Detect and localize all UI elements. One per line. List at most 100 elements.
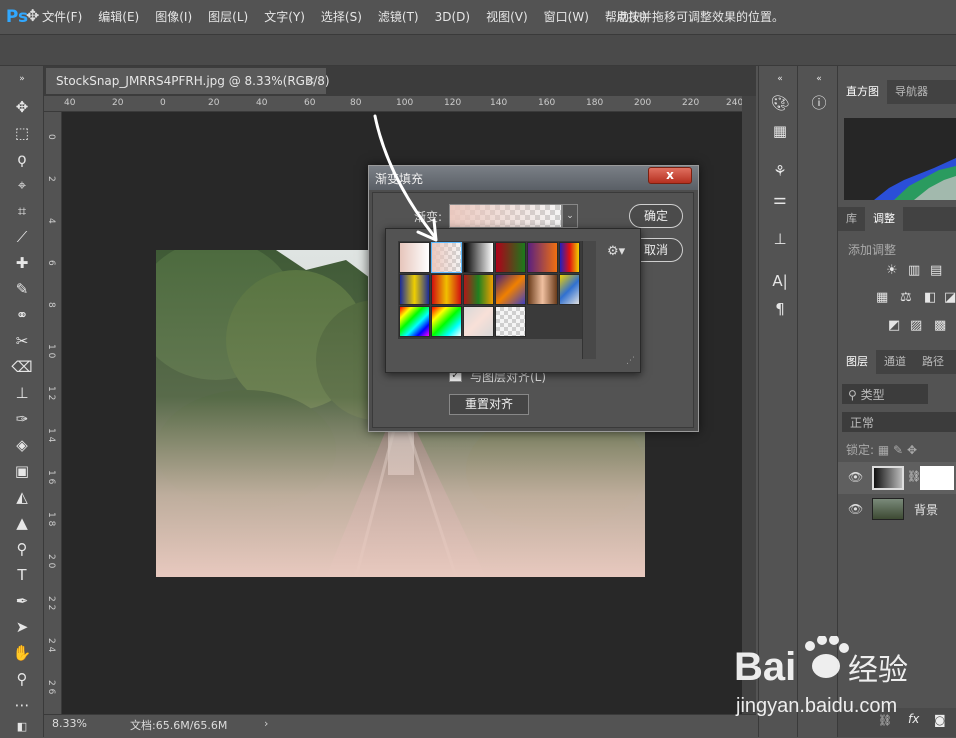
brush-presets-icon[interactable]: ⚘ <box>769 160 791 182</box>
info-icon[interactable]: ⓘ <box>808 92 830 114</box>
menu-edit[interactable]: 编辑(E) <box>90 0 147 34</box>
document-vertical-scrollbar[interactable] <box>742 96 756 714</box>
layer-mask-thumbnail[interactable] <box>920 466 954 490</box>
gradient-preset[interactable] <box>495 274 526 305</box>
threshold-icon[interactable]: ▩ <box>934 318 946 333</box>
layer-thumbnail[interactable] <box>872 498 904 520</box>
layer-filter-select[interactable]: ⚲ 类型 <box>842 384 928 404</box>
sliders-icon[interactable]: ⚌ <box>769 188 791 210</box>
color-swatches-icon[interactable]: ◧ <box>10 716 34 738</box>
swatches-grid-icon[interactable]: ▦ <box>769 120 791 142</box>
tab-paths[interactable]: 路径 <box>914 350 952 374</box>
reset-align-button[interactable]: 重置对齐 <box>449 394 529 415</box>
tab-adjustments[interactable]: 调整 <box>865 207 903 231</box>
marquee-tool-icon[interactable]: ⬚ <box>10 122 34 144</box>
blend-mode-select[interactable]: 正常 <box>842 412 956 432</box>
collapse-icon[interactable]: « <box>808 68 830 90</box>
hsl-icon[interactable]: ▦ <box>876 290 888 305</box>
gradient-preset[interactable] <box>527 274 558 305</box>
close-icon[interactable]: × <box>306 74 315 87</box>
posterize-icon[interactable]: ▨ <box>910 318 922 333</box>
menu-3d[interactable]: 3D(D) <box>427 0 478 34</box>
eyedropper-tool-icon[interactable]: ⟋ <box>10 226 34 248</box>
paragraph-icon[interactable]: ¶ <box>769 298 791 320</box>
path-select-icon[interactable]: ➤ <box>10 616 34 638</box>
gradient-preset[interactable] <box>527 242 558 273</box>
invert-icon[interactable]: ◩ <box>888 318 900 333</box>
gradient-preset[interactable] <box>463 306 494 337</box>
more-tools-icon[interactable]: ⋯ <box>10 694 34 716</box>
chevron-right-icon[interactable]: › <box>264 717 268 730</box>
collapse-icon[interactable]: » <box>10 68 34 90</box>
eraser-icon[interactable]: ◈ <box>10 434 34 456</box>
menu-window[interactable]: 窗口(W) <box>536 0 597 34</box>
tab-library[interactable]: 库 <box>838 207 865 231</box>
stamp-tool-icon[interactable]: ⚭ <box>10 304 34 326</box>
gradient-preset[interactable] <box>399 306 430 337</box>
stamp-icon[interactable]: ⊥ <box>10 382 34 404</box>
blur-tool-icon[interactable]: ◭ <box>10 486 34 508</box>
pen-tool-icon[interactable]: ✒ <box>10 590 34 612</box>
lock-brush-icon[interactable]: ✎ <box>893 443 903 457</box>
healing-brush-icon[interactable]: ✚ <box>10 252 34 274</box>
gradient-preset[interactable] <box>495 306 526 337</box>
quick-select-tool-icon[interactable]: ⌖ <box>10 174 34 196</box>
tab-channels[interactable]: 通道 <box>876 350 914 374</box>
bw-icon[interactable]: ◧ <box>924 290 936 305</box>
layer-thumbnail[interactable] <box>872 466 904 490</box>
sharpen-tool-icon[interactable]: ▲ <box>10 512 34 534</box>
picker-scrollbar[interactable] <box>582 241 596 359</box>
photo-filter-icon[interactable]: ◪ <box>944 290 956 305</box>
lock-pixels-icon[interactable]: ▦ <box>878 443 889 457</box>
chevron-down-icon[interactable]: ⌄ <box>48 8 56 19</box>
brightness-icon[interactable]: ☀ <box>886 263 898 278</box>
chevron-down-icon[interactable]: ⌄ <box>562 204 578 228</box>
character-icon[interactable]: A| <box>769 270 791 292</box>
gradient-preset[interactable] <box>399 274 430 305</box>
gear-icon[interactable]: ⚙▾ <box>607 244 625 259</box>
lasso-tool-icon[interactable]: ϙ <box>10 148 34 170</box>
curves-icon[interactable]: ▤ <box>930 263 942 278</box>
history-brush-icon[interactable]: ✂ <box>10 330 34 352</box>
move-tool-icon[interactable]: ✥ <box>10 96 34 118</box>
dodge-tool-icon[interactable]: ⚲ <box>10 538 34 560</box>
clone-source-icon[interactable]: ⊥ <box>769 228 791 250</box>
lock-move-icon[interactable]: ✥ <box>907 443 917 457</box>
gradient-preset[interactable] <box>559 274 580 305</box>
eraser-tool-icon[interactable]: ⌫ <box>10 356 34 378</box>
menu-image[interactable]: 图像(I) <box>147 0 200 34</box>
gradient-preset[interactable] <box>431 306 462 337</box>
dialog-close-button[interactable]: x <box>648 167 692 184</box>
crop-tool-icon[interactable]: ⌗ <box>10 200 34 222</box>
gradient-tool-icon[interactable]: ▣ <box>10 460 34 482</box>
type-tool-icon[interactable]: T <box>10 564 34 586</box>
eye-icon[interactable]: 👁︎ <box>848 470 863 484</box>
menu-filter[interactable]: 滤镜(T) <box>370 0 427 34</box>
levels-icon[interactable]: ▥ <box>908 263 920 278</box>
link-icon[interactable]: ⛓ <box>907 470 921 483</box>
ok-button[interactable]: 确定 <box>629 204 683 228</box>
brush-tool-icon[interactable]: ✎ <box>10 278 34 300</box>
menu-file[interactable]: 文件(F) <box>34 0 90 34</box>
collapse-icon[interactable]: « <box>769 68 791 90</box>
gradient-preset[interactable] <box>463 274 494 305</box>
menu-select[interactable]: 选择(S) <box>313 0 370 34</box>
tab-layers[interactable]: 图层 <box>838 350 876 374</box>
document-tab[interactable]: StockSnap_JMRRS4PFRH.jpg @ 8.33%(RGB/8) <box>46 68 330 94</box>
menu-layer[interactable]: 图层(L) <box>200 0 256 34</box>
menu-view[interactable]: 视图(V) <box>478 0 536 34</box>
zoom-tool-icon[interactable]: ⚲ <box>10 668 34 690</box>
layer-name[interactable]: 背景 <box>914 501 938 518</box>
eye-icon[interactable]: 👁︎ <box>848 502 863 516</box>
move-tool-icon[interactable]: ✥ <box>26 6 39 25</box>
gradient-preset[interactable] <box>495 242 526 273</box>
tab-histogram[interactable]: 直方图 <box>838 80 887 104</box>
smudge-tool-icon[interactable]: ✑ <box>10 408 34 430</box>
zoom-level[interactable]: 8.33% <box>52 717 87 730</box>
menu-type[interactable]: 文字(Y) <box>256 0 313 34</box>
hand-tool-icon[interactable]: ✋ <box>10 642 34 664</box>
gradient-preset[interactable] <box>431 274 462 305</box>
balance-icon[interactable]: ⚖ <box>900 290 912 305</box>
tab-navigator[interactable]: 导航器 <box>887 80 936 104</box>
gradient-preset[interactable] <box>559 242 580 273</box>
